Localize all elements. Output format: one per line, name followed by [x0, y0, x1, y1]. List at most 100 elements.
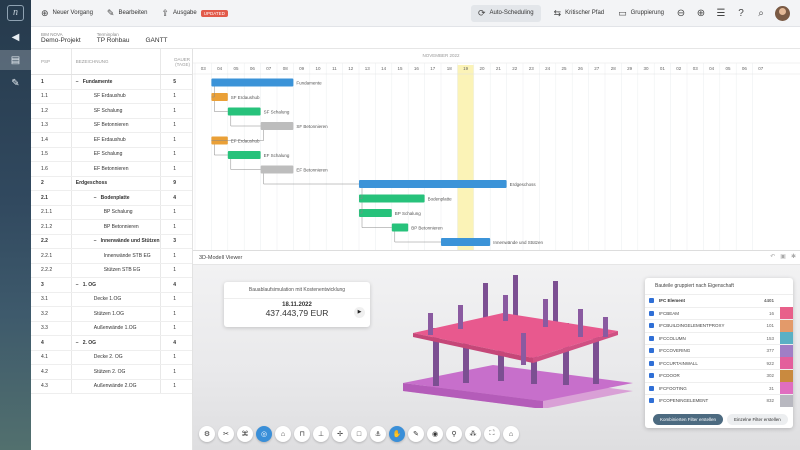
view-mode[interactable]: GANTT: [136, 37, 174, 44]
building-model[interactable]: [403, 273, 643, 408]
ifc-checkbox[interactable]: [649, 373, 654, 379]
ifc-row[interactable]: IFCBEAM 16: [645, 306, 793, 320]
avatar[interactable]: [775, 5, 790, 21]
ifc-row[interactable]: IFCCOLUMN 153: [645, 331, 793, 345]
collapse-toggle-icon[interactable]: −: [76, 282, 79, 288]
pencil-icon[interactable]: ✎: [0, 73, 31, 93]
table-row[interactable]: 3.2 Stützen 1.OG 1: [31, 307, 192, 322]
gantt-bar[interactable]: [260, 122, 294, 130]
ifc-color-swatch[interactable]: [780, 332, 793, 345]
gantt-bar[interactable]: [211, 78, 294, 87]
anchor-icon[interactable]: ⚓: [370, 426, 386, 442]
undo-icon[interactable]: ↶: [770, 253, 775, 260]
ifc-row[interactable]: IFCBUILDINGELEMENTPROXY 101: [645, 319, 793, 332]
ifc-row[interactable]: IFCOPENINGELEMENT 832: [645, 394, 793, 407]
ifc-checkbox[interactable]: [649, 348, 654, 354]
ifc-checkbox[interactable]: [649, 310, 654, 316]
house-icon[interactable]: ⌂: [503, 426, 519, 442]
collapse-toggle-icon[interactable]: −: [94, 238, 97, 244]
settings-icon[interactable]: ⚙: [199, 426, 215, 442]
pencil-icon[interactable]: ✎: [408, 426, 424, 442]
fullscreen-icon[interactable]: ⛶: [484, 426, 500, 442]
table-row[interactable]: 1.5 EF Schalung 1: [31, 147, 192, 162]
collapse-toggle-icon[interactable]: −: [94, 195, 97, 201]
ifc-row[interactable]: IFCFOOTING 31: [645, 381, 793, 395]
settings-icon[interactable]: ✱: [791, 253, 796, 260]
image-icon[interactable]: ▣: [780, 253, 786, 260]
app-logo[interactable]: n: [7, 5, 24, 21]
network-icon[interactable]: ⁂: [465, 426, 481, 442]
camera-icon[interactable]: ◉: [427, 426, 443, 442]
output-button[interactable]: ⇪ Ausgabe UPDATED: [155, 0, 235, 27]
collapse-toggle-icon[interactable]: −: [76, 340, 79, 346]
edit-button[interactable]: ✎ Bearbeiten: [100, 0, 155, 27]
critical-path-button[interactable]: ⇆ Kritischer Pfad: [547, 0, 612, 27]
ifc-row[interactable]: IFCDOOR 302: [645, 369, 793, 382]
table-row[interactable]: 2.2.2 Stützen STB EG 1: [31, 263, 192, 278]
search-icon[interactable]: ⌕: [751, 0, 771, 27]
hand-icon[interactable]: ✋: [389, 426, 405, 442]
ifc-row[interactable]: IFCCURTAINWALL 922: [645, 356, 793, 370]
ifc-checkbox[interactable]: [649, 398, 654, 404]
table-row[interactable]: 1.4 EF Erdaushub 1: [31, 133, 192, 148]
ifc-color-swatch[interactable]: [780, 369, 793, 382]
table-row[interactable]: 2.1 − Bodenplatte 4: [31, 191, 192, 206]
ifc-checkbox[interactable]: [649, 335, 654, 341]
new-task-button[interactable]: ⊕ Neuer Vorgang: [34, 0, 100, 27]
tools-icon[interactable]: ✂: [218, 426, 234, 442]
table-row[interactable]: 1.1 SF Erdaushub 1: [31, 89, 192, 104]
ifc-checkbox[interactable]: [649, 323, 654, 329]
lock-icon[interactable]: ⊓: [294, 426, 310, 442]
single-filter-button[interactable]: Einzelne Filter erstellen: [727, 414, 788, 425]
ifc-color-swatch[interactable]: [780, 357, 793, 370]
gantt-bar[interactable]: [227, 107, 261, 116]
ifc-color-swatch[interactable]: [780, 319, 793, 332]
table-row[interactable]: 1.6 EF Betonnieren 1: [31, 162, 192, 177]
table-row[interactable]: 3.1 Decke 1.OG 1: [31, 292, 192, 307]
ifc-checkbox[interactable]: [649, 360, 654, 366]
move-icon[interactable]: ✢: [332, 426, 348, 442]
table-row[interactable]: 4.1 Decke 2. OG 1: [31, 350, 192, 365]
zoom-out-icon[interactable]: ⊖: [671, 0, 691, 27]
gantt-bar[interactable]: [391, 223, 409, 232]
gantt-bar[interactable]: [441, 238, 491, 246]
ifc-checkbox[interactable]: [649, 385, 654, 391]
grouping-button[interactable]: ▭ Gruppierung: [611, 0, 671, 27]
play-icon[interactable]: ▶: [354, 307, 365, 318]
project-selector[interactable]: BIM NOVA Demo-Projekt: [31, 32, 87, 44]
target-icon[interactable]: ◎: [256, 426, 272, 442]
table-row[interactable]: 2.1.1 BP Schalung 1: [31, 205, 192, 220]
table-row[interactable]: 4.3 Außenwände 2.OG 1: [31, 379, 192, 394]
table-row[interactable]: 1 − Fundamente 5: [31, 75, 192, 90]
ifc-color-swatch[interactable]: [780, 382, 793, 395]
table-row[interactable]: 4.2 Stützen 2. OG 1: [31, 365, 192, 380]
ifc-color-swatch[interactable]: [780, 344, 793, 357]
auto-scheduling-button[interactable]: ⟳ Auto-Scheduling: [470, 4, 541, 22]
select-all-checkbox[interactable]: [649, 298, 654, 304]
plan-selector[interactable]: Terminplan TP Rohbau: [87, 32, 136, 44]
ifc-row[interactable]: IFCCOVERING 377: [645, 344, 793, 357]
table-row[interactable]: 1.2 SF Schalung 1: [31, 104, 192, 119]
sliders-icon[interactable]: ☰: [711, 0, 731, 27]
combined-filter-button[interactable]: Kombinierten Filter erstellen: [653, 414, 724, 425]
collapse-toggle-icon[interactable]: −: [76, 79, 79, 85]
gantt-bar[interactable]: [359, 194, 425, 203]
pin-icon[interactable]: ⚲: [446, 426, 462, 442]
table-row[interactable]: 3 −1. OG 4: [31, 278, 192, 293]
box-icon[interactable]: □: [351, 426, 367, 442]
table-row[interactable]: 2 Erdgeschoss 9: [31, 176, 192, 191]
table-icon[interactable]: ▤: [0, 50, 31, 70]
table-row[interactable]: 2.2 − Innenwände und Stützen 3: [31, 234, 192, 249]
zoom-in-icon[interactable]: ⊕: [691, 0, 711, 27]
gantt-bar[interactable]: [359, 209, 392, 217]
ifc-color-swatch[interactable]: [780, 394, 793, 407]
help-icon[interactable]: ?: [731, 0, 751, 27]
ifc-color-swatch[interactable]: [780, 307, 793, 320]
table-row[interactable]: 2.2.1 Innenwände STB EG 1: [31, 249, 192, 264]
table-row[interactable]: 3.3 Außenwände 1.OG 1: [31, 321, 192, 336]
gantt-bar[interactable]: [359, 180, 507, 188]
layers-icon[interactable]: ⌘: [237, 426, 253, 442]
table-row[interactable]: 4 −2. OG 4: [31, 336, 192, 351]
gantt-bar[interactable]: [260, 165, 294, 174]
section-icon[interactable]: ⊥: [313, 426, 329, 442]
